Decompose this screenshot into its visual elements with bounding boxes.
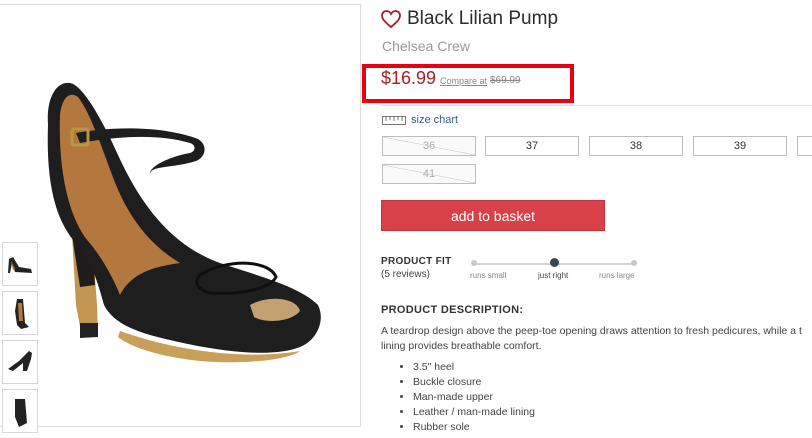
thumbnail-list (2, 242, 40, 438)
brand-name[interactable]: Chelsea Crew (382, 38, 470, 54)
fit-text-runs-large: runs large (599, 271, 635, 280)
product-fit-reviews[interactable]: (5 reviews) (381, 269, 430, 280)
feature-item: Man-made upper (413, 390, 535, 405)
compare-at-link[interactable]: Compare at (440, 76, 487, 86)
thumbnail[interactable] (2, 389, 38, 433)
description-line: lining provides breathable comfort. (381, 340, 542, 352)
product-title: Black Lilian Pump (407, 8, 559, 29)
title-row: Black Lilian Pump (381, 8, 558, 30)
thumbnail[interactable] (2, 291, 38, 335)
sale-price: $16.99 (381, 68, 437, 88)
fit-text-just-right: just right (538, 271, 569, 280)
size-option-39[interactable]: 39 (693, 136, 787, 156)
shoe-image (47, 82, 321, 363)
thumbnail[interactable] (2, 340, 38, 384)
feature-item: Rubber sole (413, 420, 535, 435)
feature-item: 3.5" heel (413, 360, 535, 375)
divider (381, 105, 812, 106)
fit-dot-just-right (550, 258, 559, 267)
size-option-37[interactable]: 37 (485, 136, 579, 156)
product-fit-label: PRODUCT FIT (381, 256, 452, 267)
size-option-36[interactable]: 36 (382, 136, 476, 156)
add-to-basket-button[interactable]: add to basket (381, 200, 605, 231)
main-product-image[interactable] (0, 4, 361, 427)
feature-item: Buckle closure (413, 375, 535, 390)
heart-icon[interactable] (381, 10, 401, 28)
description-text: A teardrop design above the peep-toe ope… (381, 324, 812, 354)
thumbnail[interactable] (2, 242, 38, 286)
fit-dot-small (471, 260, 477, 266)
size-chart-link[interactable]: size chart (382, 114, 458, 126)
feature-item: Leather / man-made lining (413, 405, 535, 420)
description-title: PRODUCT DESCRIPTION: (381, 304, 524, 316)
original-price: $69.99 (490, 75, 521, 86)
size-option-38[interactable]: 38 (589, 136, 683, 156)
feature-list: 3.5" heel Buckle closure Man-made upper … (381, 360, 535, 435)
fit-dot-large (631, 260, 637, 266)
ruler-icon (382, 115, 406, 125)
size-chart-label: size chart (411, 114, 459, 126)
size-option-41[interactable]: 41 (382, 164, 476, 184)
description-line: A teardrop design above the peep-toe ope… (381, 325, 802, 337)
size-option-partial[interactable] (797, 136, 812, 156)
fit-text-runs-small: runs small (470, 271, 507, 280)
